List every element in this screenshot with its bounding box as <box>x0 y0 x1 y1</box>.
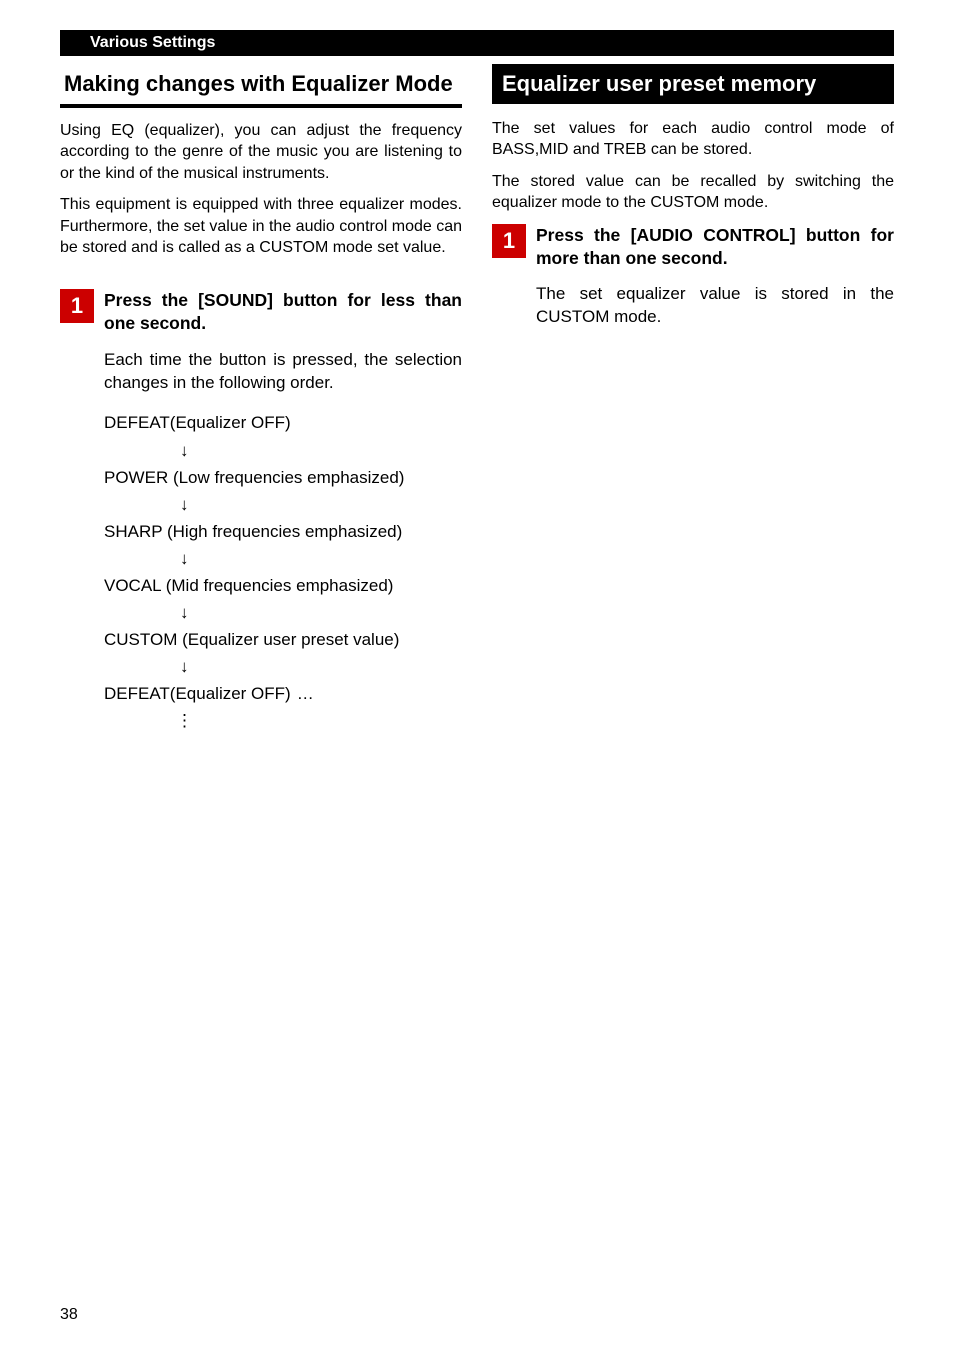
sequence-item-label: DEFEAT(Equalizer OFF) <box>104 684 291 703</box>
left-column: Making changes with Equalizer Mode Using… <box>60 64 462 731</box>
right-paragraph-2: The stored value can be recalled by swit… <box>492 171 894 214</box>
right-step-body: The set equalizer value is stored in the… <box>536 283 894 329</box>
down-arrow-icon: ↓ <box>180 657 462 677</box>
left-step-1: 1 Press the [SOUND] button for less than… <box>60 289 462 335</box>
sequence-item: DEFEAT(Equalizer OFF) … <box>104 683 462 705</box>
ellipsis-horizontal-icon: … <box>297 684 314 703</box>
left-paragraph-2: This equipment is equipped with three eq… <box>60 194 462 259</box>
right-paragraph-1: The set values for each audio control mo… <box>492 118 894 161</box>
left-step-heading: Press the [SOUND] button for less than o… <box>104 289 462 335</box>
step-number-badge: 1 <box>492 224 526 258</box>
down-arrow-icon: ↓ <box>180 441 462 461</box>
down-arrow-icon: ↓ <box>180 549 462 569</box>
two-column-layout: Making changes with Equalizer Mode Using… <box>60 64 894 731</box>
page-number: 38 <box>60 1306 78 1324</box>
sequence-item: CUSTOM (Equalizer user preset value) <box>104 629 462 651</box>
left-section-title: Making changes with Equalizer Mode <box>60 64 462 108</box>
left-step-body: Each time the button is pressed, the sel… <box>104 349 462 395</box>
right-section-title: Equalizer user preset memory <box>492 64 894 104</box>
left-paragraph-1: Using EQ (equalizer), you can adjust the… <box>60 120 462 185</box>
right-column: Equalizer user preset memory The set val… <box>492 64 894 731</box>
breadcrumb: Various Settings <box>60 30 894 56</box>
down-arrow-icon: ↓ <box>180 495 462 515</box>
ellipsis-vertical-icon: ⋮ <box>176 711 462 731</box>
right-step-heading: Press the [AUDIO CONTROL] button for mor… <box>536 224 894 270</box>
sequence-item: DEFEAT(Equalizer OFF) <box>104 412 462 434</box>
right-step-1: 1 Press the [AUDIO CONTROL] button for m… <box>492 224 894 270</box>
step-number-badge: 1 <box>60 289 94 323</box>
down-arrow-icon: ↓ <box>180 603 462 623</box>
sequence-item: VOCAL (Mid frequencies emphasized) <box>104 575 462 597</box>
sequence-item: POWER (Low frequencies emphasized) <box>104 467 462 489</box>
sequence-item: SHARP (High frequencies emphasized) <box>104 521 462 543</box>
